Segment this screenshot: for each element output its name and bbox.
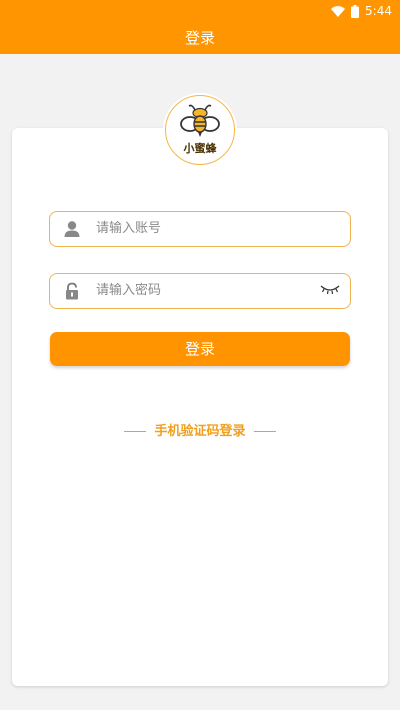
sms-login-link[interactable]: 手机验证码登录: [0, 420, 400, 439]
logo-text: 小蜜蜂: [183, 142, 217, 155]
status-bar: 5:44: [0, 0, 400, 22]
sms-login-label: 手机验证码登录: [154, 424, 246, 439]
account-field[interactable]: [49, 211, 351, 247]
password-field[interactable]: [49, 273, 351, 309]
login-button[interactable]: 登录: [50, 332, 350, 366]
divider-left: [124, 431, 147, 432]
app-logo: 小蜜蜂: [165, 95, 235, 165]
wifi-icon: [331, 5, 346, 17]
battery-icon: [351, 4, 360, 18]
divider-right: [253, 431, 276, 432]
lock-icon: [66, 282, 78, 300]
page-title: 登录: [0, 22, 400, 54]
account-input[interactable]: [96, 212, 306, 245]
eye-closed-icon[interactable]: [320, 284, 340, 296]
bee-logo: [180, 104, 220, 137]
password-input[interactable]: [96, 274, 306, 307]
user-icon: [64, 221, 80, 237]
status-icons: 5:44: [331, 3, 392, 19]
status-time: 5:44: [365, 4, 392, 18]
